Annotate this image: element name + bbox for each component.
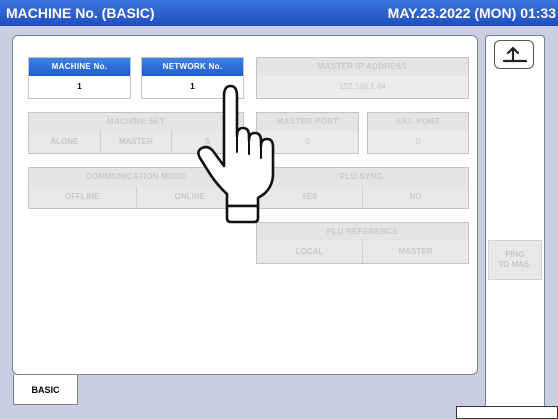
machine-no-value: 1 bbox=[29, 76, 130, 98]
plu-sync-group: PLU SYNC. YES NO bbox=[256, 167, 469, 209]
sat-port-value: 0 bbox=[368, 131, 468, 153]
return-arrow-icon bbox=[502, 46, 528, 63]
ping-label-line2: TO MAS. bbox=[498, 260, 532, 269]
master-ip-field[interactable]: MASTER IP ADDRESS 192.168.1.84 bbox=[256, 57, 469, 99]
ping-label-line1: PING bbox=[505, 250, 525, 259]
pointing-hand-icon bbox=[197, 84, 275, 224]
plu-reference-local-option[interactable]: LOCAL bbox=[257, 241, 363, 263]
sat-port-field[interactable]: SAT. PORT 0 bbox=[367, 112, 469, 154]
machine-no-field[interactable]: MACHINE No. 1 bbox=[28, 57, 131, 99]
plu-sync-no-option[interactable]: NO bbox=[363, 186, 468, 208]
plu-reference-master-option[interactable]: MASTER bbox=[363, 241, 468, 263]
communication-offline-option[interactable]: OFFLINE bbox=[29, 186, 137, 208]
machine-no-label: MACHINE No. bbox=[29, 58, 130, 76]
plu-reference-group: PLU REFERENCE LOCAL MASTER bbox=[256, 222, 469, 264]
screen-title: MACHINE No. (BASIC) bbox=[6, 5, 155, 21]
title-bar: MACHINE No. (BASIC) MAY.23.2022 (MON) 01… bbox=[0, 0, 558, 26]
plu-sync-label: PLU SYNC. bbox=[257, 168, 468, 186]
back-button[interactable] bbox=[494, 40, 534, 69]
status-box bbox=[456, 406, 558, 419]
master-ip-label: MASTER IP ADDRESS bbox=[257, 58, 468, 76]
network-no-label: NETWORK No. bbox=[142, 58, 243, 76]
master-ip-value: 192.168.1.84 bbox=[257, 76, 468, 98]
plu-reference-label: PLU REFERENCE bbox=[257, 223, 468, 241]
side-panel bbox=[485, 35, 545, 418]
ping-to-master-button[interactable]: PING TO MAS. bbox=[488, 240, 542, 280]
tab-basic[interactable]: BASIC bbox=[13, 375, 78, 405]
machine-set-alone-option[interactable]: ALONE bbox=[29, 131, 101, 153]
date-time: MAY.23.2022 (MON) 01:33 bbox=[387, 5, 556, 21]
sat-port-label: SAT. PORT bbox=[368, 113, 468, 131]
machine-set-master-option[interactable]: MASTER bbox=[100, 131, 173, 153]
